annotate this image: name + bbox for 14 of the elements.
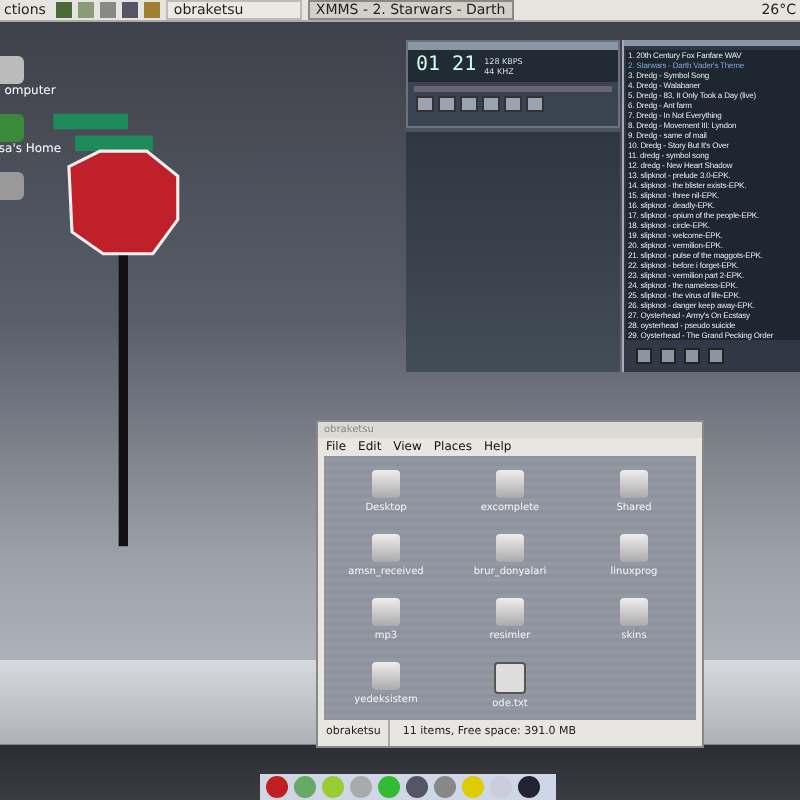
folder-icon[interactable]	[620, 598, 648, 626]
folder-icon[interactable]	[372, 598, 400, 626]
dock-icon[interactable]	[406, 776, 428, 798]
folder-icon[interactable]	[372, 534, 400, 562]
file-icon[interactable]	[494, 662, 526, 694]
folder-icon[interactable]	[496, 598, 524, 626]
folder-icon[interactable]	[496, 470, 524, 498]
folder-icon[interactable]	[620, 534, 648, 562]
folder-icon[interactable]	[620, 470, 648, 498]
time-display: 01 21	[416, 54, 477, 78]
dock-icon[interactable]	[518, 776, 540, 798]
folder-icon[interactable]	[372, 470, 400, 498]
folder-icon[interactable]	[372, 662, 400, 690]
folder-icon[interactable]	[496, 534, 524, 562]
